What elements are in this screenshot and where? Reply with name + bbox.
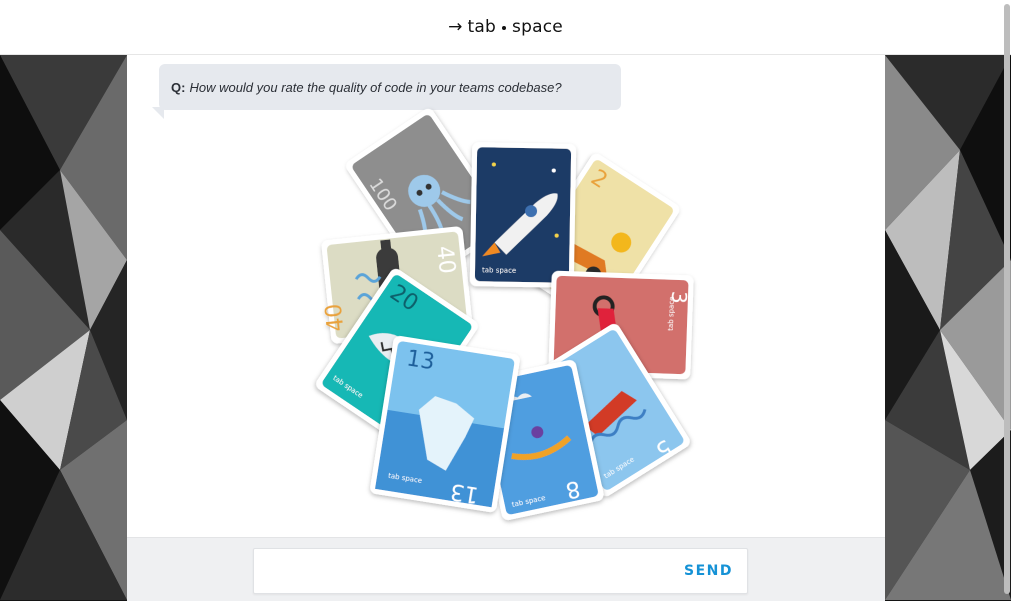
card-brand-rocket: tab space <box>482 266 516 275</box>
card-value-13-corner: 13 <box>449 478 481 507</box>
top-header: → tab space <box>0 0 1011 55</box>
card-value-13: 13 <box>405 346 437 375</box>
logo-word-tab: tab <box>467 17 497 37</box>
arrow-icon: → <box>448 17 463 37</box>
card-rocket[interactable]: tab space <box>469 142 577 288</box>
card-value-40-corner: 40 <box>322 302 350 332</box>
answer-input[interactable] <box>254 549 664 591</box>
card-13-iceberg[interactable]: 13 13 tab space <box>369 335 520 513</box>
answer-footer: SEND <box>127 537 885 601</box>
send-button[interactable]: SEND <box>684 549 733 593</box>
card-fan: 100 40 40 2 tab space 3 tab space 20 tab… <box>316 108 694 520</box>
logo-word-space: space <box>512 17 563 37</box>
answer-box: SEND <box>253 548 748 594</box>
main-panel: Q: How would you rate the quality of cod… <box>127 55 885 601</box>
card-brand-3: tab space <box>667 296 676 331</box>
card-value-40: 40 <box>431 245 459 275</box>
logo-dot <box>502 26 507 30</box>
window-scrollbar[interactable] <box>1004 4 1010 594</box>
tabspace-logo[interactable]: → tab space <box>448 17 563 37</box>
